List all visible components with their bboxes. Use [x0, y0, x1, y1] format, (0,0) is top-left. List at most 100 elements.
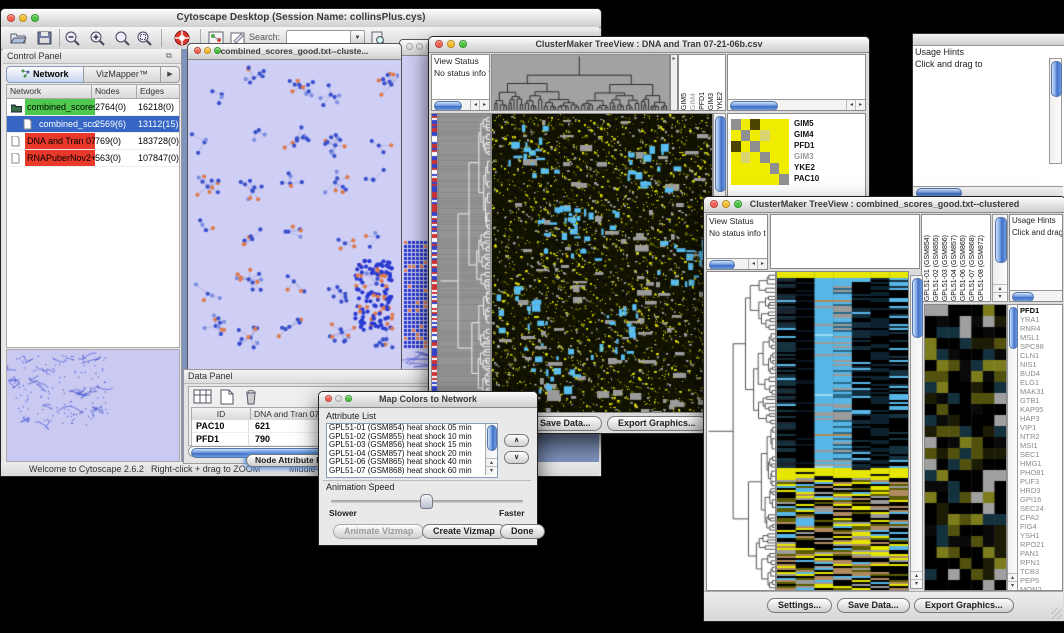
- scroll-right-icon[interactable]: ▸: [757, 259, 767, 269]
- matrix-cell[interactable]: [741, 141, 751, 152]
- matrix-cell[interactable]: [770, 163, 780, 174]
- open-file-icon[interactable]: [9, 30, 27, 46]
- gene-label[interactable]: FIG4: [1020, 522, 1062, 531]
- attribute-table-icon[interactable]: [193, 389, 213, 405]
- new-attribute-icon[interactable]: [217, 389, 237, 405]
- map-dialog-titlebar[interactable]: Map Colors to Network: [319, 392, 537, 408]
- zoom-in-icon[interactable]: [88, 30, 106, 46]
- gene-label[interactable]: YSH1: [1020, 531, 1062, 540]
- treeview1-splitter-strip[interactable]: ▸: [670, 54, 678, 111]
- main-window-controls[interactable]: [7, 14, 39, 22]
- treeview2-global-heatmap[interactable]: [776, 271, 909, 591]
- gene-label[interactable]: CLN1: [1020, 351, 1062, 360]
- matrix-cell[interactable]: [741, 152, 751, 163]
- matrix-cell[interactable]: [750, 119, 760, 130]
- gene-label[interactable]: MSI1: [1020, 441, 1062, 450]
- gene-label[interactable]: RPN1: [1020, 558, 1062, 567]
- attribute-listbox[interactable]: GPL51-01 (GSM854) heat shock 05 minGPL51…: [326, 423, 498, 478]
- matrix-cell[interactable]: [760, 119, 770, 130]
- treeview1-global-heatmap[interactable]: [491, 113, 713, 413]
- gene-label[interactable]: RPO21: [1020, 540, 1062, 549]
- matrix-cell[interactable]: [731, 152, 741, 163]
- export-graphics-button[interactable]: Export Graphics...: [607, 416, 707, 431]
- done-button[interactable]: Done: [500, 524, 545, 539]
- matrix-cell[interactable]: [779, 163, 789, 174]
- matrix-cell[interactable]: [731, 119, 741, 130]
- save-data-button[interactable]: Save Data...: [837, 598, 910, 613]
- matrix-column-label[interactable]: YKE2: [717, 92, 725, 110]
- gene-label[interactable]: TCB3: [1020, 567, 1062, 576]
- matrix-cell[interactable]: [750, 163, 760, 174]
- zoom-fit-icon[interactable]: [113, 30, 131, 46]
- matrix-cell[interactable]: [750, 141, 760, 152]
- matrix-cell[interactable]: [741, 174, 751, 185]
- matrix-cell[interactable]: [770, 141, 780, 152]
- float-panel-icon[interactable]: ⧉: [166, 49, 172, 63]
- gene-label[interactable]: SEC1: [1020, 450, 1062, 459]
- view-status-scrollbar[interactable]: ◂ ▸: [432, 99, 489, 110]
- matrix-column-label[interactable]: GIM3: [708, 93, 716, 110]
- gene-label[interactable]: HAP3: [1020, 414, 1062, 423]
- delete-attribute-trash-icon[interactable]: [241, 389, 261, 405]
- minimize-icon[interactable]: [19, 14, 27, 22]
- gene-label[interactable]: PAN1: [1020, 549, 1062, 558]
- birdseye-view[interactable]: [6, 349, 180, 462]
- heatmap-column-label[interactable]: GPL51-06 (GSM865): [960, 235, 969, 301]
- gene-label[interactable]: GPI16: [1020, 495, 1062, 504]
- treeview2-zoom-heatmap-panel[interactable]: [924, 304, 1007, 591]
- gene-label[interactable]: KAP95: [1020, 405, 1062, 414]
- gene-label[interactable]: CPA2: [1020, 513, 1062, 522]
- move-up-button[interactable]: ∧: [504, 434, 529, 447]
- network-list-row[interactable]: combined_sco2569(6)13112(15): [7, 116, 179, 133]
- heatmap-column-label[interactable]: GPL51-04 (GSM857): [951, 235, 960, 301]
- matrix-cell[interactable]: [741, 163, 751, 174]
- data-column-id[interactable]: ID: [192, 408, 251, 420]
- matrix-cell[interactable]: [741, 119, 751, 130]
- tab-network[interactable]: Network: [6, 66, 84, 83]
- minimize-icon[interactable]: [447, 40, 455, 48]
- gene-label[interactable]: YRA1: [1020, 315, 1062, 324]
- bg-vertical-scrollbar[interactable]: [1049, 58, 1062, 164]
- matrix-cell[interactable]: [731, 130, 741, 141]
- gene-label[interactable]: RNR4: [1020, 324, 1062, 333]
- usage-hints-scrollbar[interactable]: [1010, 290, 1062, 301]
- speed-slider-thumb[interactable]: [420, 494, 433, 509]
- main-titlebar[interactable]: Cytoscape Desktop (Session Name: collins…: [1, 9, 601, 28]
- matrix-cell[interactable]: [779, 130, 789, 141]
- gene-label[interactable]: SPC98: [1020, 342, 1062, 351]
- usage-hints-scrollbar[interactable]: ◂ ▸: [728, 99, 865, 110]
- gene-label[interactable]: PUF3: [1020, 477, 1062, 486]
- matrix-cell[interactable]: [731, 163, 741, 174]
- minimize-icon[interactable]: [722, 200, 730, 208]
- close-icon[interactable]: [194, 47, 201, 54]
- gene-label[interactable]: PEP5: [1020, 576, 1062, 585]
- view-status-scrollbar[interactable]: ◂ ▸: [707, 258, 767, 269]
- zoom-window-icon[interactable]: [31, 14, 39, 22]
- gene-label[interactable]: BUD4: [1020, 369, 1062, 378]
- matrix-cell[interactable]: [770, 119, 780, 130]
- scroll-down-icon[interactable]: ▾: [911, 579, 922, 588]
- zoom-window-icon[interactable]: [214, 47, 221, 54]
- heatmap-column-label[interactable]: GPL51-03 (GSM856): [942, 235, 951, 301]
- network-canvas-1[interactable]: [188, 60, 399, 373]
- zoom-out-icon[interactable]: [63, 30, 81, 46]
- matrix-cell[interactable]: [731, 141, 741, 152]
- matrix-cell[interactable]: [760, 163, 770, 174]
- zoom-window-icon[interactable]: [734, 200, 742, 208]
- network-list-row[interactable]: RNAPuberNov2+563(0)107847(0): [7, 150, 179, 167]
- matrix-cell[interactable]: [770, 130, 780, 141]
- matrix-cell[interactable]: [760, 152, 770, 163]
- matrix-row-label[interactable]: PFD1: [794, 140, 819, 151]
- matrix-cell[interactable]: [750, 174, 760, 185]
- settings-button[interactable]: Settings...: [767, 598, 832, 613]
- matrix-cell[interactable]: [779, 119, 789, 130]
- minimize-icon[interactable]: [416, 43, 423, 50]
- gene-label[interactable]: NIS1: [1020, 360, 1062, 369]
- animate-vizmap-button[interactable]: Animate Vizmap: [333, 524, 424, 539]
- matrix-row-label[interactable]: PAC10: [794, 173, 819, 184]
- zoom-window-icon[interactable]: [345, 395, 352, 402]
- gene-label[interactable]: NTR2: [1020, 432, 1062, 441]
- create-vizmap-button[interactable]: Create Vizmap: [422, 524, 506, 539]
- save-data-button[interactable]: Save Data...: [529, 416, 602, 431]
- gene-label[interactable]: GTB1: [1020, 396, 1062, 405]
